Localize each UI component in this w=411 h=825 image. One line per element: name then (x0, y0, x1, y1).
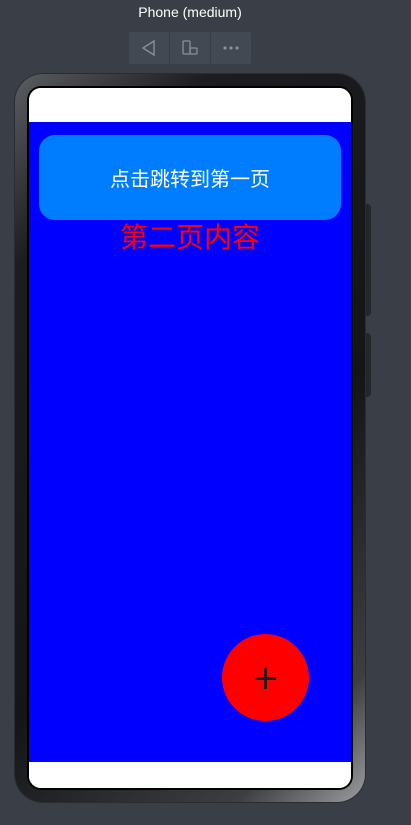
status-bar (29, 88, 351, 122)
rotate-device-icon (182, 40, 198, 55)
rotate-device-button[interactable] (170, 32, 211, 64)
add-fab-button[interactable]: + (222, 634, 309, 721)
preview-toolbar (129, 32, 251, 64)
more-dots-icon (223, 46, 239, 50)
power-button (365, 333, 371, 397)
page-title: 第二页内容 (119, 221, 260, 254)
phone-screen: 点击跳转到第一页 第二页内容 + (29, 88, 351, 788)
back-button[interactable] (129, 32, 170, 64)
page-content: 点击跳转到第一页 第二页内容 + (29, 122, 351, 762)
more-button[interactable] (211, 32, 251, 64)
jump-to-first-page-button[interactable]: 点击跳转到第一页 (39, 135, 341, 220)
plus-icon: + (251, 657, 280, 698)
volume-button (365, 204, 371, 316)
device-label: Phone (medium) (138, 4, 242, 20)
navigation-bar (29, 762, 351, 788)
back-triangle-icon (141, 39, 155, 57)
phone-frame: 点击跳转到第一页 第二页内容 + (15, 74, 365, 802)
phone-bezel: 点击跳转到第一页 第二页内容 + (27, 86, 353, 790)
